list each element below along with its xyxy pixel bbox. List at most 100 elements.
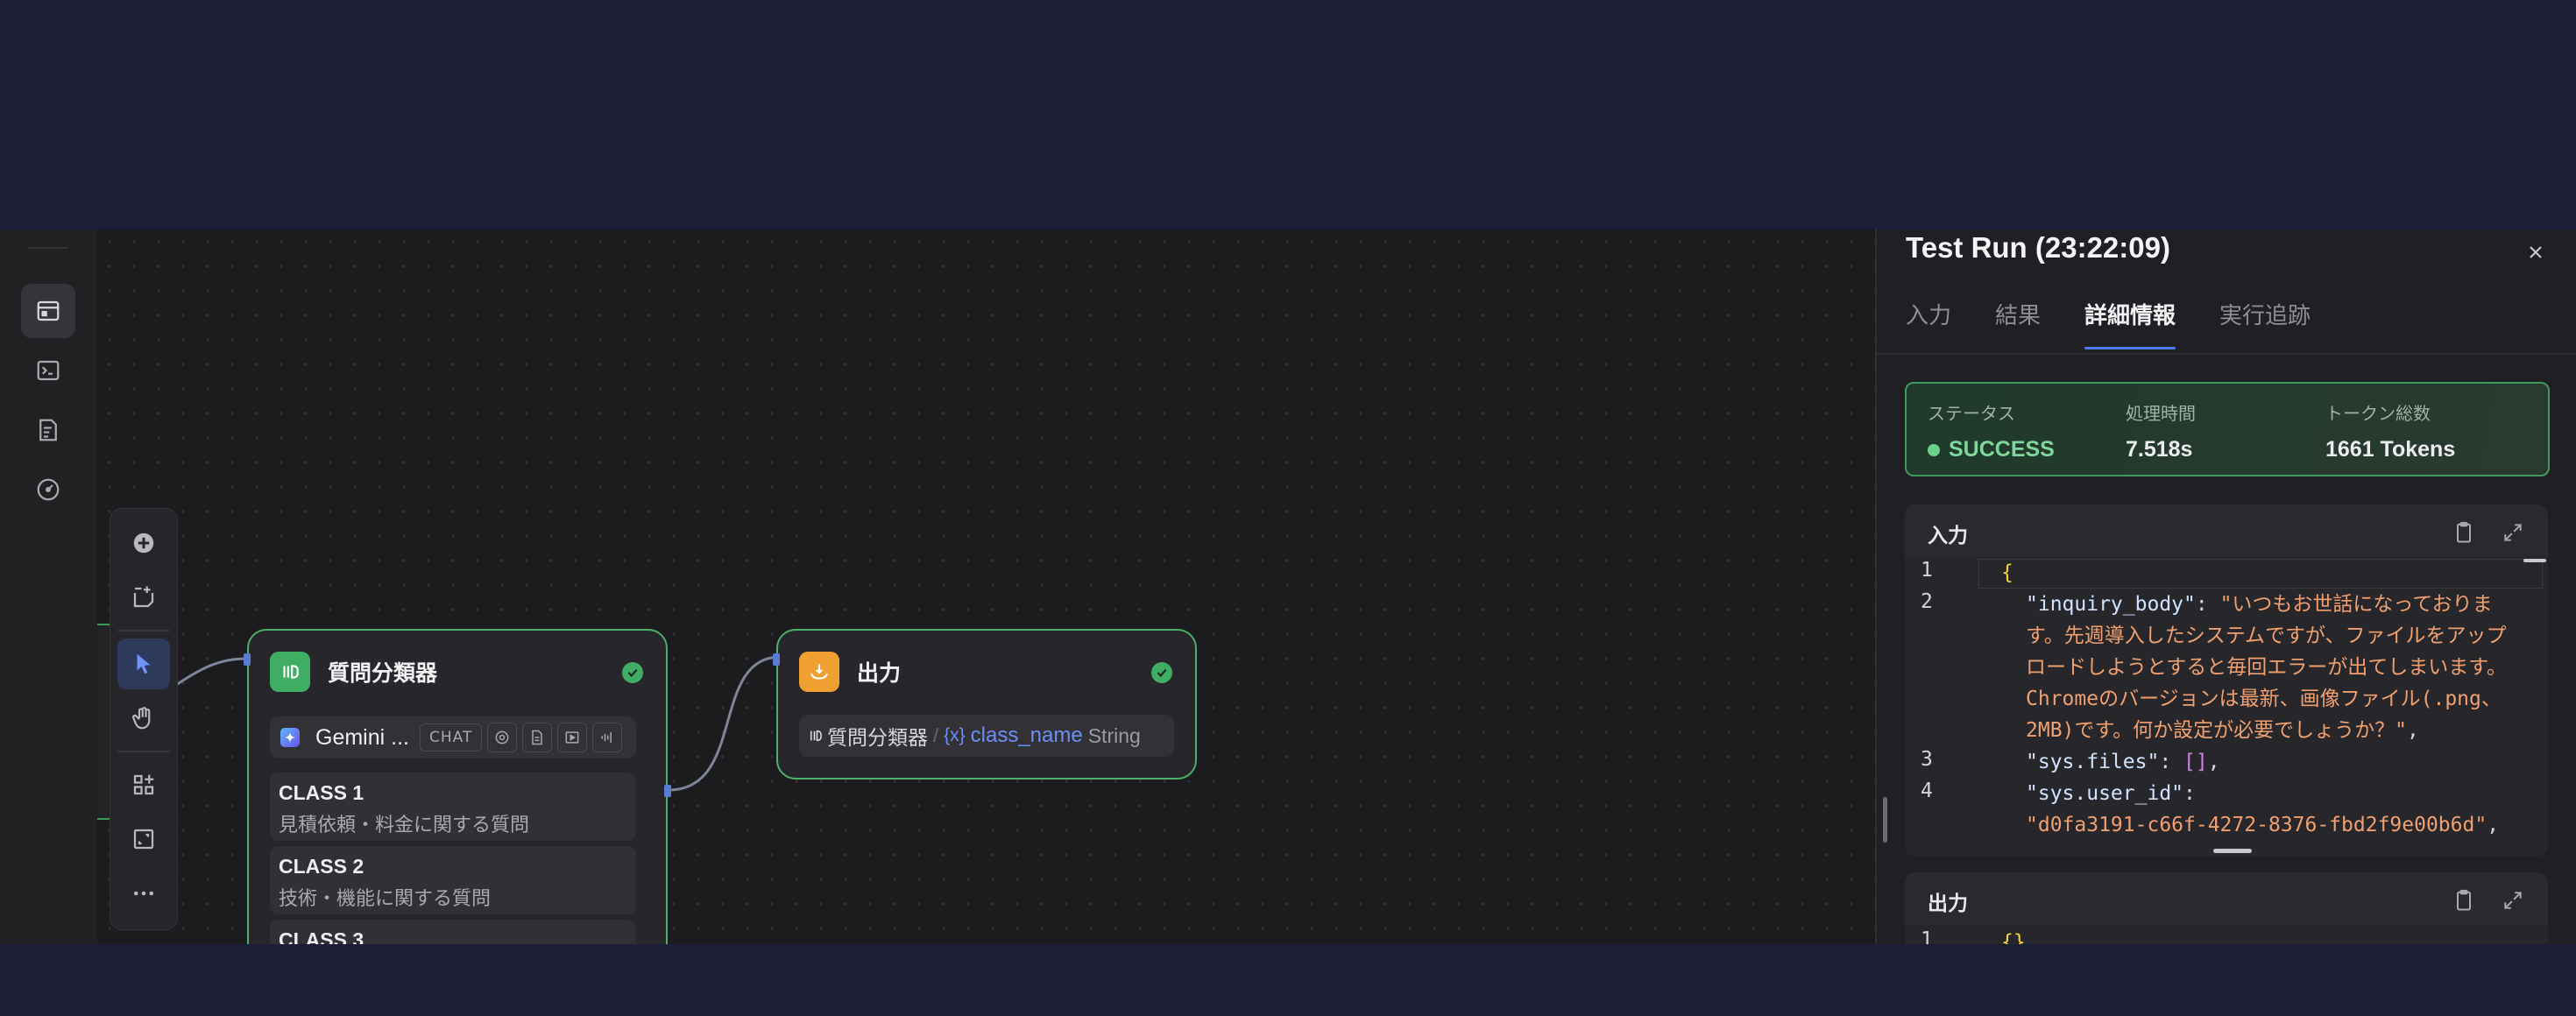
- class-item[interactable]: CLASS 3: [270, 920, 636, 944]
- json-key: "sys.user_id": [2026, 782, 2184, 805]
- input-handle[interactable]: [773, 653, 780, 666]
- vision-capability-icon: [487, 723, 518, 752]
- status-column: ステータス SUCCESS: [1928, 399, 2055, 462]
- question-classifier-node[interactable]: 質問分類器 Gemini ... CHAT CLASS 1 見積依頼・料金に関す…: [244, 629, 671, 944]
- model-name: Gemini ...: [315, 724, 409, 750]
- document-capability-icon: [522, 723, 553, 752]
- line-number: 1: [1921, 928, 1933, 944]
- code-line: {: [2001, 557, 2013, 589]
- close-button[interactable]: [2520, 236, 2551, 268]
- tab-trace[interactable]: 実行追跡: [2219, 298, 2311, 349]
- model-selector[interactable]: Gemini ... CHAT: [270, 716, 636, 758]
- fit-view-button[interactable]: [117, 814, 170, 864]
- copy-button[interactable]: [2448, 517, 2480, 548]
- organize-button[interactable]: [117, 759, 170, 810]
- code-editor[interactable]: 1 {}: [1905, 925, 2548, 944]
- variable-name: class_name: [970, 723, 1083, 747]
- line-number: 4: [1921, 780, 1933, 802]
- code-line: "sys.files": [],: [2026, 751, 2220, 773]
- tab-input[interactable]: 入力: [1906, 298, 1951, 349]
- class-1-output-handle[interactable]: [664, 785, 671, 797]
- close-icon: [2530, 246, 2542, 258]
- test-run-panel: Test Run (23:22:09) 入力 結果 詳細情報 実行追跡 ステータ…: [1875, 229, 2576, 944]
- hand-mode-button[interactable]: [117, 693, 170, 744]
- code-line: Chromeのバージョンは最新、画像ファイル(.png、: [2026, 683, 2502, 715]
- json-string: Chromeのバージョンは最新、画像ファイル(.png、: [2026, 688, 2502, 710]
- json-string: "いつもお世話になっておりま: [2219, 593, 2493, 616]
- input-handle[interactable]: [244, 653, 251, 666]
- tab-result[interactable]: 結果: [1995, 298, 2041, 349]
- tokens-column: トークン総数 1661 Tokens: [2325, 399, 2455, 462]
- browser-window-icon: [37, 300, 60, 321]
- rail-item-terminal[interactable]: [21, 343, 75, 398]
- code-line: "inquiry_body": "いつもお世話になっておりま: [2026, 593, 2493, 616]
- code-line: 2MB)です。何か設定が必要でしょうか？",: [2026, 719, 2419, 742]
- panel-resize-handle[interactable]: [1883, 797, 1887, 843]
- node-title: 出力: [857, 661, 902, 686]
- tokens-value: 1661 Tokens: [2325, 437, 2456, 462]
- card-tools: [2431, 885, 2529, 916]
- add-note-button[interactable]: [117, 572, 170, 623]
- copy-button[interactable]: [2448, 885, 2480, 916]
- more-icon: [134, 891, 153, 896]
- expand-button[interactable]: [2497, 517, 2529, 548]
- edge-start-to-classifier: [175, 657, 247, 687]
- organize-icon: [133, 774, 154, 795]
- json-key: "sys.files": [2026, 751, 2160, 773]
- toolbar-divider: [117, 751, 170, 752]
- class-item[interactable]: CLASS 1 見積依頼・料金に関する質問: [270, 773, 636, 841]
- clipboard-icon: [2457, 521, 2471, 543]
- mode-badge: CHAT: [419, 723, 483, 751]
- variable-icon: {x}: [944, 725, 966, 745]
- json-string: 2MB)です。何か設定が必要でしょうか？": [2026, 719, 2407, 742]
- code-line: す。先週導入したシステムですが、ファイルをアップ: [2026, 620, 2507, 652]
- vertical-scrollbar[interactable]: [2523, 559, 2546, 562]
- time-value: 7.518s: [2126, 437, 2193, 462]
- status-value: SUCCESS: [1928, 437, 2055, 462]
- document-list-icon: [39, 419, 57, 441]
- class-item[interactable]: CLASS 2 技術・機能に関する質問: [270, 846, 636, 914]
- toolbar-divider: [117, 630, 170, 631]
- rail-item-logs[interactable]: [21, 403, 75, 457]
- status-text: SUCCESS: [1949, 437, 2055, 462]
- class-name: CLASS 1: [279, 781, 364, 804]
- card-title: 入力: [1928, 525, 1968, 547]
- success-dot-icon: [1928, 443, 1940, 456]
- json-string: す。先週導入したシステムですが、ファイルをアップ: [2026, 624, 2507, 647]
- current-line-highlight: [1978, 559, 2543, 589]
- success-check-icon: [1151, 662, 1172, 683]
- left-nav-rail: [0, 229, 99, 944]
- pointer-mode-button[interactable]: [117, 639, 170, 689]
- rail-item-monitoring[interactable]: [21, 462, 75, 517]
- output-variable[interactable]: 質問分類器 / {x} class_name String: [799, 715, 1174, 757]
- json-string: ロードしようとすると毎回エラーが出てしまいます。: [2026, 656, 2508, 679]
- panel-tabs: 入力 結果 詳細情報 実行追跡: [1906, 298, 2354, 349]
- pointer-icon: [137, 653, 151, 674]
- workflow-canvas[interactable]: 質問分類器 Gemini ... CHAT CLASS 1 見積依頼・料金に関す…: [97, 229, 1875, 944]
- input-json-card: 入力 1 2 3 4 { "inquiry_body": "いつもお世話になって…: [1905, 504, 2548, 857]
- more-button[interactable]: [117, 868, 170, 919]
- time-label: 処理時間: [2126, 403, 2196, 424]
- tab-details[interactable]: 詳細情報: [2084, 298, 2176, 349]
- classifier-small-icon: [810, 730, 822, 742]
- node-title: 質問分類器: [328, 661, 438, 686]
- card-title: 出力: [1928, 893, 1968, 915]
- variable-separator: /: [933, 724, 939, 746]
- expand-button[interactable]: [2497, 885, 2529, 916]
- add-node-button[interactable]: [117, 518, 170, 568]
- canvas-toolbar: [110, 508, 178, 930]
- horizontal-scrollbar[interactable]: [2213, 849, 2252, 853]
- output-node[interactable]: 出力 質問分類器 / {x} class_name String: [773, 629, 1197, 780]
- fit-view-icon: [133, 829, 154, 850]
- class-description: 技術・機能に関する質問: [279, 888, 492, 910]
- audio-capability-icon: [592, 723, 623, 752]
- rail-item-workflow[interactable]: [21, 284, 75, 338]
- node-header: 出力: [799, 652, 901, 692]
- output-json-card: 出力 1 {}: [1905, 872, 2548, 944]
- json-key: "inquiry_body": [2026, 593, 2196, 616]
- app-window: 質問分類器 Gemini ... CHAT CLASS 1 見積依頼・料金に関す…: [0, 229, 2576, 944]
- code-editor[interactable]: 1 2 3 4 { "inquiry_body": "いつもお世話になっておりま…: [1905, 557, 2548, 857]
- class-name: CLASS 3: [279, 928, 364, 944]
- node-header: 質問分類器: [270, 652, 437, 692]
- output-end-icon: [799, 652, 839, 692]
